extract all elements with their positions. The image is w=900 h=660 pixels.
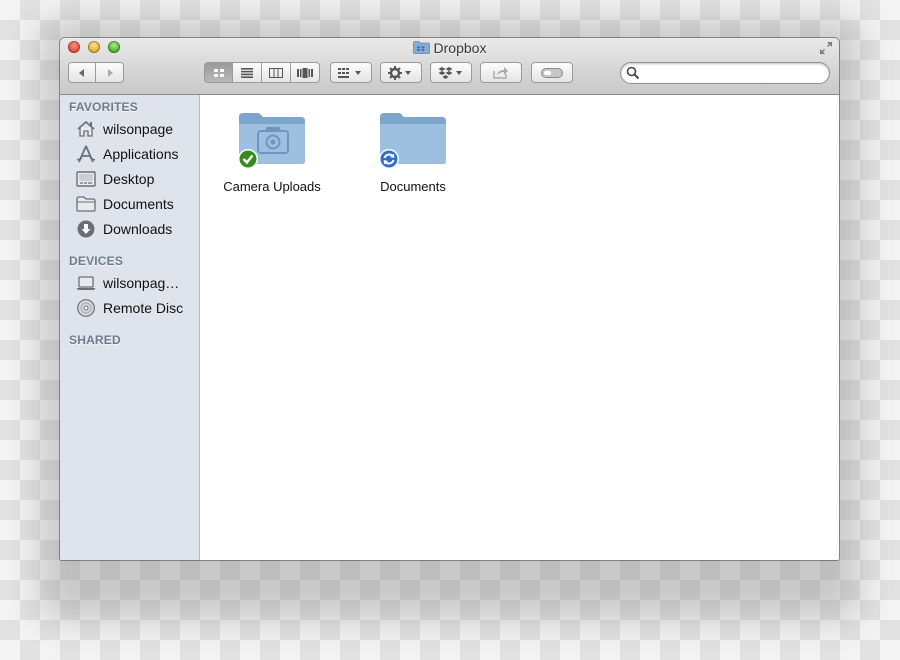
file-name: Documents: [380, 179, 446, 194]
camera-folder-icon: [238, 113, 305, 169]
cover-flow-view-button[interactable]: [291, 62, 320, 83]
folder-icon: [76, 196, 96, 212]
fullscreen-icon[interactable]: [819, 41, 833, 55]
sidebar-item-label: Downloads: [103, 221, 173, 237]
tags-button[interactable]: [531, 62, 573, 83]
dropbox-button[interactable]: [430, 62, 472, 83]
sidebar: FAVORITES wilsonpage Applications Deskto…: [60, 95, 200, 560]
arrange-button[interactable]: [330, 62, 372, 83]
sidebar-item-remote-disc[interactable]: Remote Disc: [76, 297, 196, 319]
list-view-button[interactable]: [233, 62, 262, 83]
folder-icon: [379, 113, 446, 169]
dropbox-folder-icon: [412, 41, 430, 54]
back-button[interactable]: [68, 62, 96, 83]
downloads-icon: [77, 220, 95, 238]
sidebar-item-label: Remote Disc: [103, 300, 184, 316]
sidebar-item-computer[interactable]: wilsonpag…: [76, 272, 196, 294]
home-icon: [77, 120, 95, 137]
sidebar-item-wilsonpage[interactable]: wilsonpage: [76, 118, 196, 140]
title-bar[interactable]: Dropbox: [60, 38, 839, 95]
file-browser[interactable]: Camera Uploads Documents: [200, 95, 839, 560]
sidebar-item-documents[interactable]: Documents: [76, 193, 196, 215]
file-name: Camera Uploads: [223, 179, 321, 194]
column-view-icon: [269, 67, 283, 78]
file-item-camera-uploads[interactable]: Camera Uploads: [212, 109, 332, 194]
sidebar-item-label: Desktop: [103, 171, 155, 187]
syncing-icon: [380, 150, 398, 168]
laptop-icon: [76, 276, 96, 290]
sidebar-item-label: wilsonpag…: [103, 275, 180, 291]
search-input[interactable]: [643, 65, 827, 83]
sidebar-item-desktop[interactable]: Desktop: [76, 168, 196, 190]
arrange-menu-icon: [338, 67, 361, 78]
action-button[interactable]: [380, 62, 422, 83]
sidebar-item-applications[interactable]: Applications: [76, 143, 196, 165]
applications-icon: [76, 145, 96, 163]
cover-flow-view-icon: [297, 67, 313, 78]
view-mode-control: [204, 62, 320, 83]
list-view-icon: [241, 67, 253, 78]
desktop-icon: [76, 171, 96, 187]
window-title: Dropbox: [60, 40, 839, 56]
sidebar-item-label: Documents: [103, 196, 174, 212]
dropbox-icon: [438, 66, 462, 79]
sidebar-item-downloads[interactable]: Downloads: [76, 218, 196, 240]
icon-view-icon: [213, 68, 224, 77]
file-item-documents[interactable]: Documents: [353, 109, 473, 194]
sidebar-item-label: Applications: [103, 146, 179, 162]
tag-toggle-icon: [541, 67, 563, 78]
gear-icon: [388, 65, 411, 80]
icon-view-button[interactable]: [204, 62, 233, 83]
forward-arrow-icon: [107, 68, 113, 77]
synced-check-icon: [239, 150, 257, 168]
disc-icon: [77, 299, 95, 317]
search-field[interactable]: [620, 62, 830, 84]
devices-section-title: DEVICES: [69, 254, 124, 268]
forward-button[interactable]: [96, 62, 124, 83]
column-view-button[interactable]: [262, 62, 291, 83]
sidebar-item-label: wilsonpage: [103, 121, 174, 137]
shared-section-title: SHARED: [69, 333, 121, 347]
search-icon: [626, 66, 640, 80]
share-button[interactable]: [480, 62, 522, 83]
favorites-section-title: FAVORITES: [69, 100, 138, 114]
nav-buttons: [68, 62, 124, 83]
share-icon: [493, 67, 508, 79]
window-title-text: Dropbox: [433, 40, 487, 56]
back-arrow-icon: [79, 68, 84, 77]
finder-window: Dropbox FAVORITES wilsonpage Application…: [60, 38, 839, 560]
